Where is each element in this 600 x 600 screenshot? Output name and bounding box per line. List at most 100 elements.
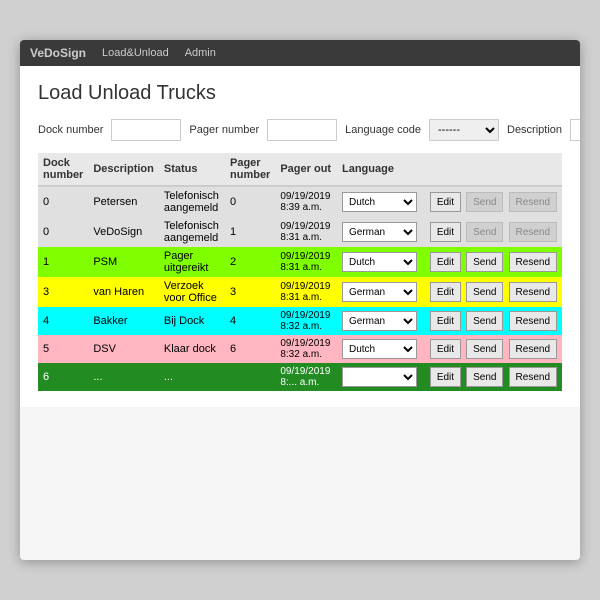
cell-language: German Dutch German <box>337 307 423 335</box>
trucks-table: Docknumber Description Status Pagernumbe… <box>38 153 562 391</box>
lang-code-label: Language code <box>345 124 421 136</box>
cell-status: Pager uitgereikt <box>159 247 225 277</box>
language-select-1[interactable]: German Dutch German <box>342 222 417 242</box>
language-select-3[interactable]: German Dutch German <box>342 282 417 302</box>
cell-actions: Edit Send Resend <box>423 363 562 391</box>
cell-language: Dutch German <box>337 363 423 391</box>
send-button-0: Send <box>466 192 503 212</box>
cell-actions: Edit Send Resend <box>423 217 562 247</box>
resend-button-6[interactable]: Resend <box>509 367 557 387</box>
language-select-2[interactable]: Dutch Dutch German <box>342 252 417 272</box>
cell-desc: ... <box>88 363 159 391</box>
language-select-6[interactable]: Dutch German <box>342 367 417 387</box>
resend-button-5[interactable]: Resend <box>509 339 557 359</box>
cell-language: German Dutch German <box>337 217 423 247</box>
cell-actions: Edit Send Resend <box>423 277 562 307</box>
main-window: VeDoSign Load&Unload Admin Load Unload T… <box>20 40 580 560</box>
cell-pagerout: 09/19/2019 8:31 a.m. <box>275 247 337 277</box>
col-header-pagerout: Pager out <box>275 153 337 186</box>
send-button-3[interactable]: Send <box>466 282 503 302</box>
send-button-1: Send <box>466 222 503 242</box>
col-header-status: Status <box>159 153 225 186</box>
resend-button-1: Resend <box>509 222 557 242</box>
col-header-desc: Description <box>88 153 159 186</box>
cell-status: Telefonisch aangemeld <box>159 186 225 217</box>
dock-number-input[interactable] <box>111 119 181 141</box>
cell-desc: DSV <box>88 335 159 363</box>
table-row: 3 van Haren Verzoek voor Office 3 09/19/… <box>38 277 562 307</box>
cell-pagerout: 09/19/2019 8:32 a.m. <box>275 307 337 335</box>
cell-status: Klaar dock <box>159 335 225 363</box>
nav-brand: VeDoSign <box>30 46 86 60</box>
description-input[interactable] <box>570 119 580 141</box>
language-select-5[interactable]: Dutch Dutch German <box>342 339 417 359</box>
cell-language: German Dutch German <box>337 277 423 307</box>
cell-actions: Edit Send Resend <box>423 186 562 217</box>
cell-language: Dutch Dutch German <box>337 247 423 277</box>
cell-language: Dutch Dutch German <box>337 186 423 217</box>
cell-pagerout: 09/19/2019 8:31 a.m. <box>275 217 337 247</box>
edit-button-1[interactable]: Edit <box>430 222 461 242</box>
cell-pagerout: 09/19/2019 8:... a.m. <box>275 363 337 391</box>
form-row: Dock number Pager number Language code -… <box>38 119 562 141</box>
page-content: Load Unload Trucks Dock number Pager num… <box>20 66 580 407</box>
table-row: 5 DSV Klaar dock 6 09/19/2019 8:32 a.m. … <box>38 335 562 363</box>
cell-status: Verzoek voor Office <box>159 277 225 307</box>
cell-pager <box>225 363 275 391</box>
cell-desc: Petersen <box>88 186 159 217</box>
table-row: 4 Bakker Bij Dock 4 09/19/2019 8:32 a.m.… <box>38 307 562 335</box>
cell-desc: VeDoSign <box>88 217 159 247</box>
send-button-5[interactable]: Send <box>466 339 503 359</box>
cell-pagerout: 09/19/2019 8:31 a.m. <box>275 277 337 307</box>
cell-actions: Edit Send Resend <box>423 247 562 277</box>
cell-dock: 0 <box>38 217 88 247</box>
cell-dock: 6 <box>38 363 88 391</box>
cell-status: Bij Dock <box>159 307 225 335</box>
resend-button-2[interactable]: Resend <box>509 252 557 272</box>
table-row: 1 PSM Pager uitgereikt 2 09/19/2019 8:31… <box>38 247 562 277</box>
col-header-pager: Pagernumber <box>225 153 275 186</box>
cell-pager: 0 <box>225 186 275 217</box>
edit-button-6[interactable]: Edit <box>430 367 461 387</box>
cell-pager: 1 <box>225 217 275 247</box>
cell-status: ... <box>159 363 225 391</box>
resend-button-4[interactable]: Resend <box>509 311 557 331</box>
language-select-4[interactable]: German Dutch German <box>342 311 417 331</box>
edit-button-5[interactable]: Edit <box>430 339 461 359</box>
cell-pager: 6 <box>225 335 275 363</box>
resend-button-0: Resend <box>509 192 557 212</box>
table-row: 6 ... ... 09/19/2019 8:... a.m. Dutch Ge… <box>38 363 562 391</box>
pager-number-input[interactable] <box>267 119 337 141</box>
cell-pager: 3 <box>225 277 275 307</box>
cell-actions: Edit Send Resend <box>423 307 562 335</box>
lang-code-select[interactable]: ------ Dutch German <box>429 119 499 141</box>
cell-dock: 1 <box>38 247 88 277</box>
edit-button-0[interactable]: Edit <box>430 192 461 212</box>
send-button-4[interactable]: Send <box>466 311 503 331</box>
send-button-6[interactable]: Send <box>466 367 503 387</box>
cell-desc: PSM <box>88 247 159 277</box>
cell-status: Telefonisch aangemeld <box>159 217 225 247</box>
col-header-lang: Language <box>337 153 423 186</box>
col-header-dock: Docknumber <box>38 153 88 186</box>
table-row: 0 VeDoSign Telefonisch aangemeld 1 09/19… <box>38 217 562 247</box>
cell-pagerout: 09/19/2019 8:39 a.m. <box>275 186 337 217</box>
cell-pager: 2 <box>225 247 275 277</box>
col-header-actions <box>423 153 562 186</box>
edit-button-2[interactable]: Edit <box>430 252 461 272</box>
cell-pagerout: 09/19/2019 8:32 a.m. <box>275 335 337 363</box>
cell-actions: Edit Send Resend <box>423 335 562 363</box>
resend-button-3[interactable]: Resend <box>509 282 557 302</box>
cell-language: Dutch Dutch German <box>337 335 423 363</box>
cell-desc: van Haren <box>88 277 159 307</box>
nav-admin[interactable]: Admin <box>185 47 216 59</box>
table-row: 0 Petersen Telefonisch aangemeld 0 09/19… <box>38 186 562 217</box>
nav-load-unload[interactable]: Load&Unload <box>102 47 169 59</box>
edit-button-4[interactable]: Edit <box>430 311 461 331</box>
language-select-0[interactable]: Dutch Dutch German <box>342 192 417 212</box>
cell-pager: 4 <box>225 307 275 335</box>
cell-dock: 3 <box>38 277 88 307</box>
nav-bar: VeDoSign Load&Unload Admin <box>20 40 580 66</box>
edit-button-3[interactable]: Edit <box>430 282 461 302</box>
send-button-2[interactable]: Send <box>466 252 503 272</box>
